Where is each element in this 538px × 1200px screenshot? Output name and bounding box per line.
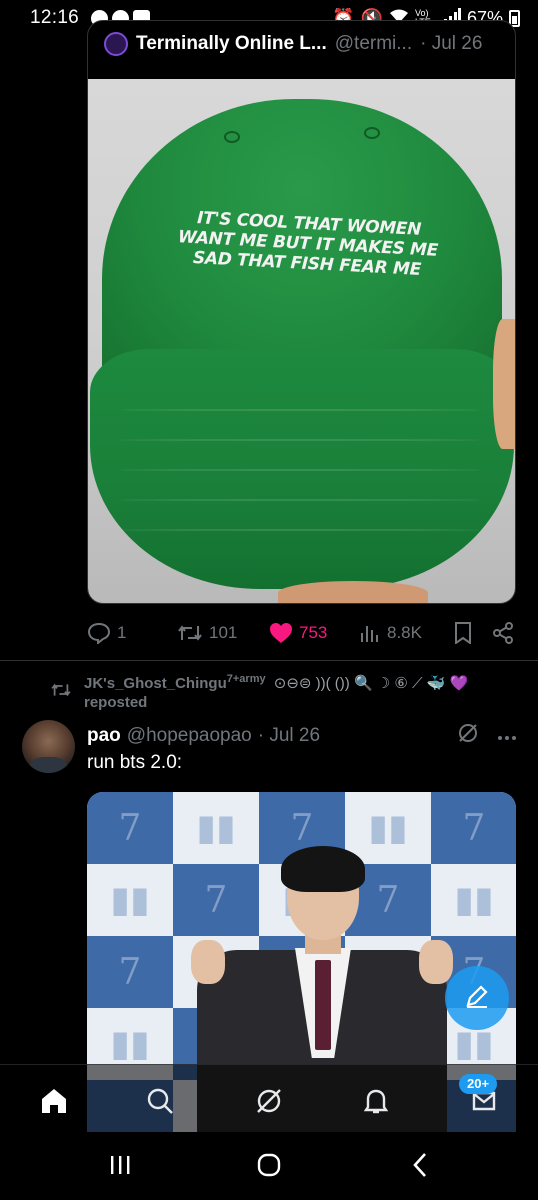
repost-small-icon — [50, 682, 72, 712]
grok-icon — [255, 1087, 283, 1120]
repost-icon — [177, 623, 203, 643]
repost-button[interactable]: 101 — [177, 623, 269, 643]
hand-right — [419, 940, 453, 984]
home-circle-icon — [256, 1152, 282, 1183]
tweet-date: · Jul 26 — [257, 725, 321, 746]
views-count: 8.8K — [387, 623, 422, 642]
bottom-nav — [0, 1064, 538, 1134]
quoted-author-name[interactable]: Terminally Online L... — [136, 33, 327, 55]
backdrop-cell: 7 — [87, 936, 173, 1008]
reply-count: 1 — [117, 623, 127, 642]
grok-icon[interactable] — [457, 722, 479, 750]
author-name[interactable]: pao — [87, 725, 121, 747]
brim-stitch — [120, 469, 480, 471]
quoted-tweet-date: · Jul 26 — [420, 33, 483, 54]
clock: 12:16 — [30, 7, 80, 28]
home-system-button[interactable] — [249, 1152, 289, 1182]
more-options-icon[interactable] — [497, 725, 517, 747]
back-button[interactable] — [400, 1152, 440, 1182]
tweet-divider — [0, 660, 538, 661]
brim-stitch — [120, 529, 480, 531]
hat-eyelet — [364, 127, 380, 139]
green-hat-image[interactable]: IT'S COOL THAT WOMEN WANT ME BUT IT MAKE… — [88, 79, 515, 603]
bookmark-icon — [454, 622, 472, 644]
like-count: 753 — [299, 623, 328, 642]
system-nav-bar — [0, 1134, 538, 1200]
share-icon — [492, 622, 514, 644]
home-icon — [39, 1087, 69, 1120]
nav-notifications[interactable] — [356, 1083, 396, 1123]
views-icon — [359, 623, 381, 643]
quoted-tweet-card[interactable]: Terminally Online L... @termi... · Jul 2… — [87, 20, 516, 604]
nav-grok[interactable] — [249, 1083, 289, 1123]
brim-stitch — [120, 499, 480, 501]
reposter-emojis: ⊙⊖⊜ ))( ()) 🔍 ☽ ⑥ ⟋ 🐳 — [273, 675, 446, 692]
tie — [315, 960, 331, 1050]
hat-brim — [90, 349, 514, 589]
quoted-author-handle: @termi... — [334, 33, 413, 54]
tweet-actions: 1 101 753 8.8K — [87, 618, 517, 648]
recent-apps-icon — [108, 1154, 132, 1181]
hat-eyelet — [224, 131, 240, 143]
views-button[interactable]: 8.8K — [359, 623, 454, 643]
reposter-superscript: 7+army — [226, 673, 266, 685]
repost-text: JK's_Ghost_Chingu7+army ⊙⊖⊜ ))( ()) 🔍 ☽ … — [84, 670, 468, 712]
share-button[interactable] — [492, 622, 514, 644]
quoted-tweet-header: Terminally Online L... @termi... · Jul 2… — [104, 29, 501, 59]
purple-heart-icon: 💜 — [449, 675, 469, 692]
recent-apps-button[interactable] — [100, 1152, 140, 1182]
tweet-text: run bts 2.0: — [87, 752, 183, 773]
hand-left — [191, 940, 225, 984]
reposted-label: reposted — [84, 694, 148, 711]
hand-right — [493, 319, 515, 449]
like-button[interactable]: 753 — [269, 622, 359, 644]
reposter-name[interactable]: JK's_Ghost_Chingu — [84, 675, 227, 692]
bookmark-button[interactable] — [454, 622, 492, 644]
search-icon — [146, 1087, 174, 1120]
compose-icon — [464, 983, 490, 1014]
nav-search[interactable] — [140, 1083, 180, 1123]
repost-count: 101 — [209, 623, 238, 642]
backdrop-cell: ▮▮ — [87, 864, 173, 936]
author-avatar[interactable] — [22, 720, 75, 773]
author-handle: @hopepaopao — [126, 725, 252, 746]
backdrop-cell: 7 — [87, 792, 173, 864]
hair — [281, 846, 365, 892]
quoted-author-avatar[interactable] — [104, 32, 128, 56]
notifications-icon — [362, 1087, 390, 1120]
reply-button[interactable]: 1 — [87, 622, 177, 644]
brim-stitch — [120, 409, 480, 411]
tweet-header-actions — [457, 722, 517, 750]
compose-button[interactable] — [445, 966, 509, 1030]
repost-context[interactable]: JK's_Ghost_Chingu7+army ⊙⊖⊜ ))( ()) 🔍 ☽ … — [50, 670, 510, 712]
messages-badge: 20+ — [459, 1074, 498, 1094]
brim-stitch — [120, 439, 480, 441]
back-chevron-icon — [411, 1152, 429, 1183]
hand-bottom — [278, 581, 428, 603]
heart-filled-icon — [269, 622, 293, 644]
nav-home[interactable] — [34, 1083, 74, 1123]
reply-icon — [87, 622, 111, 644]
tweet-header: pao @hopepaopao · Jul 26 — [87, 722, 517, 750]
